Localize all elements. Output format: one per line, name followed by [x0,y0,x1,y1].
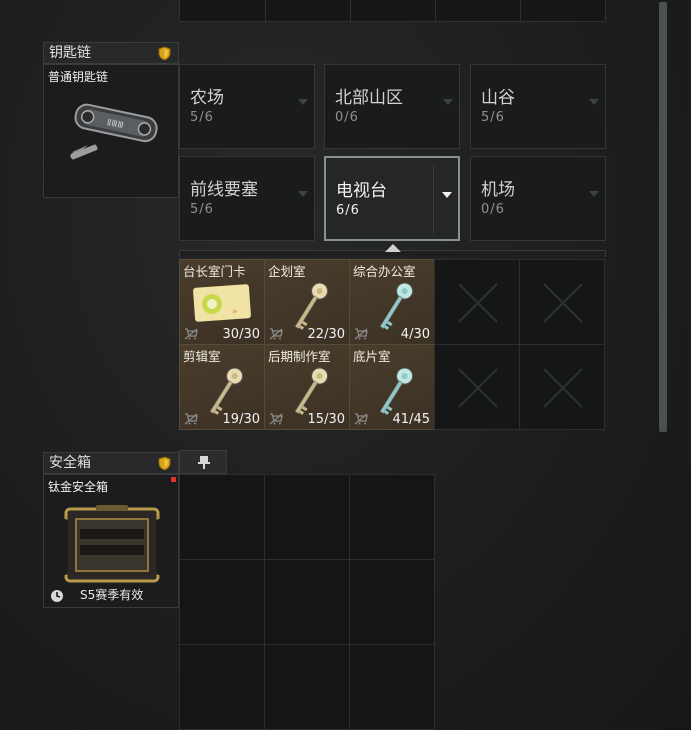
cross-icon [458,368,498,408]
cart-disabled-icon [354,328,368,340]
chevron-down-icon[interactable] [589,97,599,107]
cart-disabled-icon [184,328,198,340]
map-count: 5/6 [481,110,505,125]
map-name: 机场 [481,180,515,200]
keychain-image: ⅡⅢⅢ [70,103,158,160]
map-count: 5/6 [190,110,214,125]
cross-icon [458,283,498,323]
scrollbar[interactable] [659,2,667,432]
safe-storage-cell[interactable] [264,644,350,730]
svg-text:»: » [232,307,238,317]
map-name: 北部山区 [335,88,403,108]
map-button[interactable]: 农场 5/6 [179,64,315,149]
keychain-title: 钥匙链 [49,45,91,61]
key-count: 30/30 [222,327,260,342]
key-count: 15/30 [307,412,345,427]
chevron-down-icon[interactable] [442,190,452,200]
key-item[interactable]: 后期制作室 15/30 [264,344,350,430]
map-name: 前线要塞 [190,180,258,200]
cart-disabled-icon [354,413,368,425]
safe-validity: S5赛季有效 [80,588,144,602]
locked-slot [519,259,605,345]
clock-icon [51,590,63,602]
safe-storage-cell[interactable] [179,644,265,730]
map-button[interactable]: 前线要塞 5/6 [179,156,315,241]
locked-slot [519,344,605,430]
key-count: 19/30 [222,412,260,427]
map-count: 6/6 [336,203,360,218]
keychain-slot[interactable]: 普通钥匙链 ⅡⅢⅢ [43,64,179,198]
safe-storage-cell[interactable] [264,559,350,645]
key-item[interactable]: 剪辑室 19/30 [179,344,265,430]
key-item[interactable]: 企划室 22/30 [264,259,350,345]
pin-icon [198,456,210,469]
pointer-up-icon [385,244,401,252]
safe-storage-cell[interactable] [349,474,435,560]
key-item[interactable]: 底片室 41/45 [349,344,435,430]
safe-storage-cell[interactable] [179,474,265,560]
chevron-down-icon[interactable] [298,189,308,199]
cross-icon [543,283,583,323]
chevron-down-icon[interactable] [298,97,308,107]
keychain-header: 钥匙链 [43,42,179,64]
map-count: 0/6 [481,202,505,217]
key-count: 41/45 [392,412,430,427]
locked-slot [434,344,520,430]
key-label: 台长室门卡 [183,264,246,279]
map-button[interactable]: 机场 0/6 [470,156,606,241]
map-count: 5/6 [190,202,214,217]
map-button[interactable]: 山谷 5/6 [470,64,606,149]
cross-icon [543,368,583,408]
key-count: 22/30 [307,327,345,342]
new-indicator [171,477,176,482]
chevron-down-icon[interactable] [443,97,453,107]
map-name: 农场 [190,88,224,108]
shield-icon [158,46,171,61]
dropdown-divider [433,166,434,234]
shield-icon [158,456,171,471]
cart-disabled-icon [269,328,283,340]
keychain-item-name: 普通钥匙链 [48,70,109,84]
safe-storage-cell[interactable] [179,559,265,645]
safe-image [58,505,166,583]
safe-header: 安全箱 [43,452,179,474]
locked-slot [434,259,520,345]
pin-tab[interactable] [179,450,227,474]
cart-disabled-icon [184,413,198,425]
safe-slot[interactable]: 钛金安全箱 S5赛季有效 [43,474,179,608]
safe-storage-cell[interactable] [264,474,350,560]
key-count: 4/30 [400,327,430,342]
upper-grid-remnant [179,0,606,22]
safe-item-name: 钛金安全箱 [48,480,109,494]
map-name: 山谷 [481,88,515,108]
map-button[interactable]: 北部山区 0/6 [324,64,460,149]
key-item[interactable]: 综合办公室 4/30 [349,259,435,345]
key-card-icon: » [193,284,251,322]
map-name: 电视台 [336,181,387,201]
safe-storage-cell[interactable] [349,559,435,645]
map-count: 0/6 [335,110,359,125]
safe-title: 安全箱 [49,455,91,471]
cart-disabled-icon [269,413,283,425]
safe-storage-grid [179,474,435,730]
map-button[interactable]: 电视台 6/6 [324,156,460,241]
key-item[interactable]: 台长室门卡 » 30/30 [179,259,265,345]
chevron-down-icon[interactable] [589,189,599,199]
safe-storage-cell[interactable] [349,644,435,730]
